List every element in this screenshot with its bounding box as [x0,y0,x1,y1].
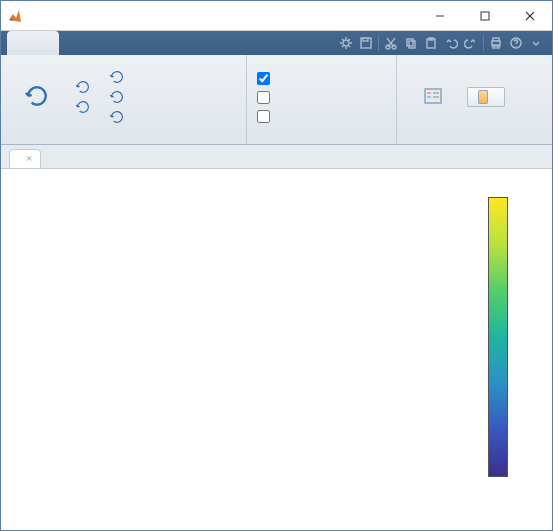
matlab-logo-icon [7,8,23,24]
separator [483,35,484,51]
section-label [397,139,552,144]
refresh-y-button[interactable] [105,88,133,106]
dropdown-icon[interactable] [528,35,544,51]
section-label [1,139,246,144]
legend-icon [423,86,443,106]
section-checkboxes [247,55,397,144]
section-toggle-buttons [397,55,552,144]
axes-3d[interactable] [11,175,451,525]
refresh-yz-button[interactable] [71,98,99,116]
refresh-icon [75,79,91,95]
titlebar [1,1,552,31]
copy-icon[interactable] [403,35,419,51]
refresh-icon [109,69,125,85]
settings-icon[interactable] [338,35,354,51]
axes-borders-checkbox[interactable] [255,71,278,86]
tab-view[interactable] [59,31,111,55]
figure-tabs: × [1,145,552,169]
separator [378,35,379,51]
figure-tab[interactable]: × [9,149,41,168]
refresh-icon [109,109,125,125]
refresh-icon [24,83,50,109]
maximize-button[interactable] [462,1,507,30]
section-label [247,139,396,144]
refresh-icon [109,89,125,105]
close-button[interactable] [507,1,552,30]
minimize-button[interactable] [417,1,462,30]
section-push-buttons [1,55,247,144]
print-icon[interactable] [488,35,504,51]
refresh-xy-button[interactable] [71,78,99,96]
inverted-y-checkbox[interactable] [255,109,278,124]
quick-access-bar [338,31,552,55]
log-scaling-input[interactable] [257,91,270,104]
figure-area [1,169,552,530]
axes-borders-input[interactable] [257,72,270,85]
redo-icon[interactable] [463,35,479,51]
colorbar[interactable] [488,197,508,477]
undo-icon[interactable] [443,35,459,51]
refresh-x-button[interactable] [105,68,133,86]
refresh-all-button[interactable] [9,81,65,113]
close-tab-icon[interactable]: × [26,153,32,165]
ribbon [1,55,552,145]
legend-button[interactable] [405,84,461,110]
inverted-y-input[interactable] [257,110,270,123]
refresh-z-button[interactable] [105,108,133,126]
cut-icon[interactable] [383,35,399,51]
log-scaling-checkbox[interactable] [255,90,278,105]
help-icon[interactable] [508,35,524,51]
save-icon[interactable] [358,35,374,51]
colorbar-swatch-icon [478,90,488,104]
paste-icon[interactable] [423,35,439,51]
colorbar-button[interactable] [467,87,505,107]
tab-data[interactable] [7,31,59,55]
toolstrip-header [1,31,552,55]
refresh-icon [75,99,91,115]
